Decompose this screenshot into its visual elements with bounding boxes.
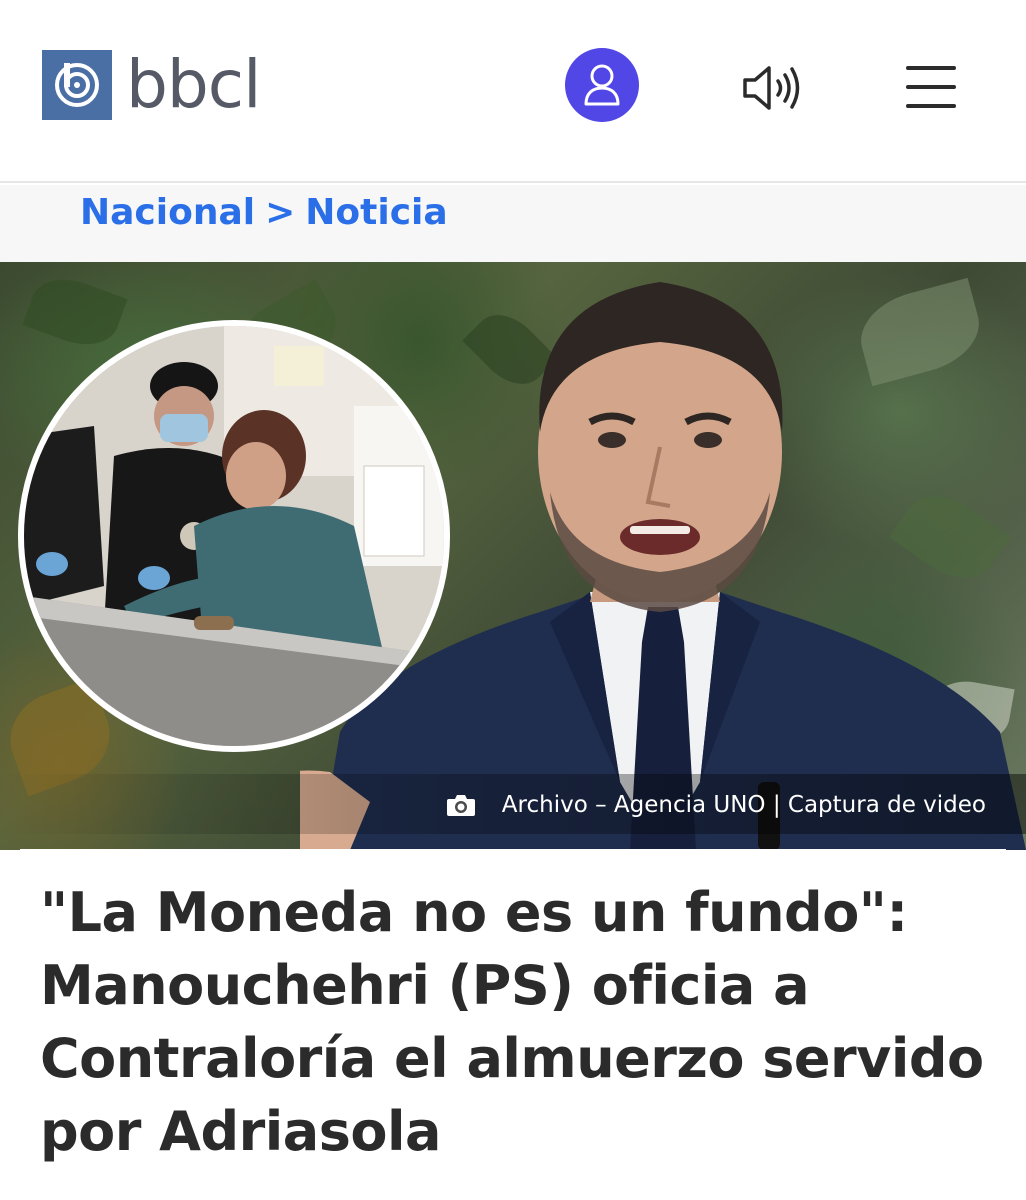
menu-line [906,104,956,108]
logo-text: bbcl [126,46,261,123]
breadcrumb-page-link[interactable]: Noticia [305,192,447,233]
user-icon [584,64,620,106]
site-header: bbcl [0,0,1026,183]
article-headline: "La Moneda no es un fundo": Manouchehri … [40,881,984,1163]
camera-icon [446,795,475,816]
menu-line [906,66,956,70]
kitchen-scene [24,326,444,746]
speaker-icon [743,66,800,110]
breadcrumb-separator: > [265,192,296,233]
photo-credit: Archivo – Agencia UNO | Captura de video [446,788,986,822]
bbcl-logo-icon [42,50,112,120]
hamburger-menu-icon[interactable] [906,66,956,108]
user-account-button[interactable] [565,48,639,122]
article-hero-image[interactable] [0,262,1026,850]
menu-line [906,85,956,89]
site-logo[interactable]: bbcl [42,46,261,123]
background-foliage [22,268,128,356]
breadcrumb-section-link[interactable]: Nacional [80,192,255,233]
inset-video-capture [18,320,450,752]
photo-credit-text: Archivo – Agencia UNO | Captura de video [501,792,986,818]
breadcrumb: Nacional > Noticia [80,191,448,235]
audio-button[interactable] [740,60,804,116]
